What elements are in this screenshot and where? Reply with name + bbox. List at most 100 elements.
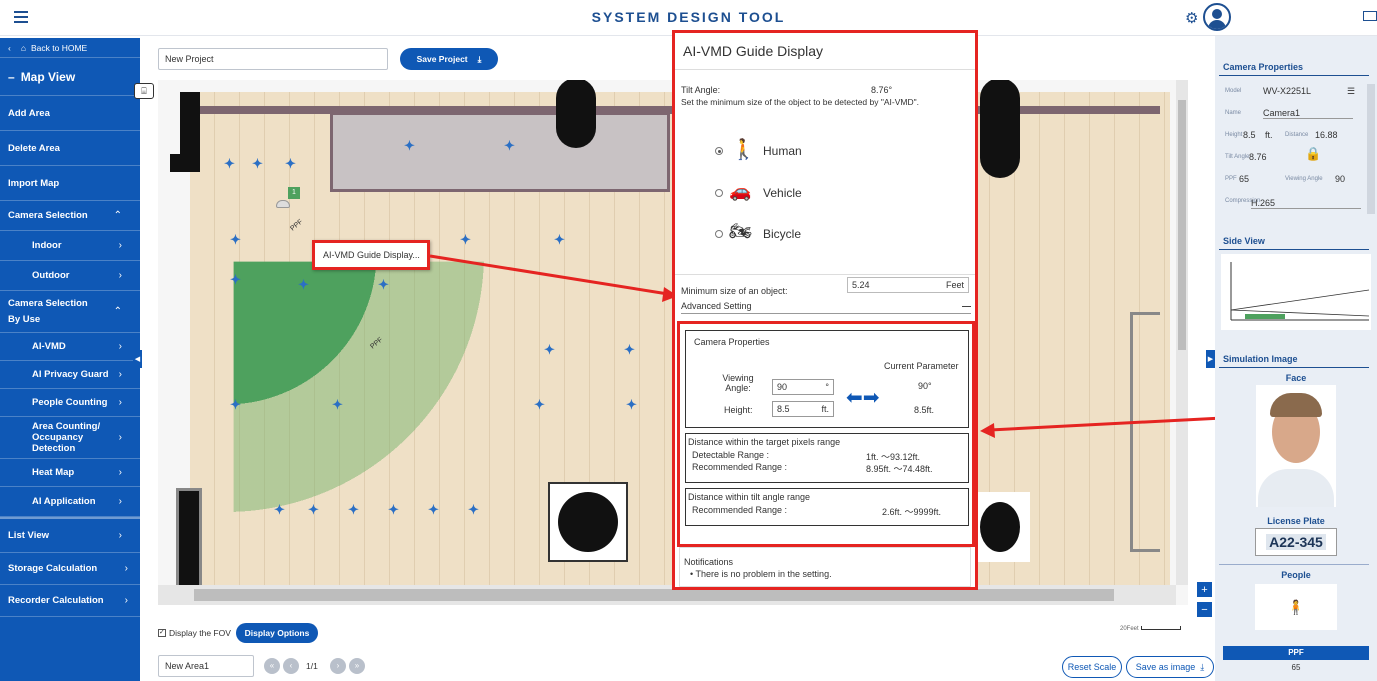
area-name-input[interactable]: New Area1: [158, 655, 254, 677]
sidebar-item-ai-vmd[interactable]: AI-VMD ›: [0, 333, 140, 361]
scale-bar: 20Feet: [1120, 626, 1186, 632]
notifications-title: Notifications: [684, 557, 734, 567]
tilt-angle-input[interactable]: 8.76: [1249, 152, 1267, 162]
chevron-left-icon: ‹: [8, 42, 11, 53]
display-fov-checkbox[interactable]: ✓ Display the FOV: [158, 628, 231, 638]
people-image: 🧍: [1255, 584, 1337, 630]
sidebar-item-heat-map[interactable]: Heat Map ›: [0, 459, 140, 487]
radio-vehicle[interactable]: [715, 189, 723, 197]
chevron-right-icon: ›: [118, 467, 122, 478]
camera-symbol: ✦: [224, 156, 235, 171]
context-menu-item-ai-vmd-guide[interactable]: AI-VMD Guide Display...: [323, 250, 420, 260]
pillar: [548, 482, 628, 562]
camera-symbol: ✦: [624, 342, 635, 357]
compression-select[interactable]: H.265: [1251, 198, 1361, 209]
camera-symbol: ✦: [274, 502, 285, 517]
sidebar-item-storage-calculation[interactable]: Storage Calculation ›: [0, 553, 140, 585]
page-indicator: 1/1: [306, 661, 318, 671]
list-icon[interactable]: ☰: [1347, 86, 1355, 97]
ppf-footer: PPF: [1223, 646, 1369, 660]
zoom-in-button[interactable]: +: [1197, 582, 1212, 597]
radio-bicycle[interactable]: [715, 230, 723, 238]
camera-icon[interactable]: [276, 200, 290, 208]
sidebar-item-indoor[interactable]: Indoor ›: [0, 231, 140, 261]
project-name-input[interactable]: New Project: [158, 48, 388, 70]
divider: [1219, 249, 1369, 250]
collapse-sidebar-button[interactable]: ◀: [133, 350, 142, 368]
option-vehicle-label: Vehicle: [763, 186, 802, 200]
camera-symbol: ✦: [348, 502, 359, 517]
properties-scrollbar[interactable]: [1367, 84, 1375, 214]
viewing-angle-value: 90: [1335, 174, 1346, 184]
zoom-out-button[interactable]: −: [1197, 602, 1212, 617]
camera-symbol: ✦: [544, 342, 555, 357]
chevron-right-icon: ›: [118, 369, 122, 380]
sidebar-item-import-map[interactable]: Import Map: [0, 166, 140, 201]
back-home-link[interactable]: ‹ ⌂ Back to HOME: [0, 38, 140, 58]
save-as-image-button[interactable]: Save as image ⤓: [1126, 656, 1214, 678]
detectable-range-label: Detectable Range :: [692, 450, 770, 460]
sidebar-item-outdoor[interactable]: Outdoor ›: [0, 261, 140, 291]
gear-icon[interactable]: ⚙: [1185, 9, 1198, 27]
radio-human[interactable]: [715, 147, 723, 155]
camera-marker[interactable]: 1: [288, 187, 300, 199]
current-parameter-label: Current Parameter: [884, 361, 959, 371]
chevron-right-icon: ›: [118, 240, 122, 251]
sidebar-item-list-view[interactable]: List View ›: [0, 517, 140, 553]
sidebar-item-recorder-calculation[interactable]: Recorder Calculation ›: [0, 585, 140, 617]
sidebar-item-camera-selection[interactable]: Camera Selection ⌃: [0, 201, 140, 231]
sidebar-item-add-area[interactable]: Add Area: [0, 96, 140, 131]
last-page-button[interactable]: »: [349, 658, 365, 674]
motorcycle-icon: 🏍: [729, 221, 752, 241]
tilt-angle-label: Tilt Angle:: [681, 85, 721, 95]
sidebar-item-delete-area[interactable]: Delete Area: [0, 131, 140, 166]
chevron-right-icon: ›: [118, 496, 122, 507]
tilt-rec-value: 2.6ft. ～9999ft.: [882, 507, 942, 517]
model-label: Model: [1225, 88, 1242, 94]
chevron-right-icon: ›: [118, 432, 122, 443]
min-size-input[interactable]: 5.24 Feet: [847, 277, 969, 293]
viewing-angle-input[interactable]: 90 °: [772, 379, 834, 395]
mail-icon[interactable]: [1363, 11, 1377, 21]
map-view-header[interactable]: – Map View: [0, 58, 140, 96]
vertical-scrollbar[interactable]: [1176, 80, 1188, 585]
chevron-right-icon: ›: [118, 270, 122, 281]
expand-right-panel-button[interactable]: ▶: [1206, 350, 1215, 368]
height-input[interactable]: 8.5 ft.: [772, 401, 834, 417]
camera-symbol: ✦: [230, 232, 241, 247]
horizontal-scrollbar[interactable]: [158, 585, 1176, 605]
sidebar-item-camera-selection-by-use[interactable]: Camera Selection By Use ⌃: [0, 291, 140, 333]
wall: [1130, 312, 1160, 552]
sidebar-item-people-counting[interactable]: People Counting ›: [0, 389, 140, 417]
save-project-button[interactable]: Save Project ⤓: [400, 48, 498, 70]
display-options-button[interactable]: Display Options: [236, 623, 318, 643]
fov-area: [233, 261, 530, 558]
viewing-angle-label: Viewing Angle:: [722, 373, 754, 393]
ruler-tool-icon[interactable]: ⌸: [134, 83, 154, 99]
height-input[interactable]: 8.5: [1243, 130, 1256, 140]
ppf-footer-value: 65: [1291, 663, 1301, 672]
user-avatar-icon[interactable]: [1203, 3, 1231, 31]
download-icon: ⤓: [1200, 661, 1205, 672]
next-page-button[interactable]: ›: [330, 658, 346, 674]
camera-symbol: ✦: [388, 502, 399, 517]
sidebar-item-area-counting[interactable]: Area Counting/ Occupancy Detection ›: [0, 417, 140, 459]
camera-symbol: ✦: [285, 156, 296, 171]
height-current: 8.5ft.: [914, 405, 935, 415]
license-plate-label: License Plate: [1267, 516, 1325, 526]
checkbox-icon: ✓: [158, 629, 166, 637]
prev-page-button[interactable]: ‹: [283, 658, 299, 674]
name-input[interactable]: Camera1: [1263, 108, 1353, 119]
sidebar-item-ai-application[interactable]: AI Application ›: [0, 487, 140, 517]
collapse-icon: —: [962, 301, 971, 311]
option-bicycle-label: Bicycle: [763, 227, 802, 241]
lock-icon[interactable]: 🔒: [1305, 146, 1321, 162]
reset-scale-button[interactable]: Reset Scale: [1062, 656, 1122, 678]
height-label: Height: [1225, 132, 1243, 138]
camera-symbol: ✦: [298, 277, 309, 292]
ppf-value: 65: [1239, 174, 1250, 184]
first-page-button[interactable]: «: [264, 658, 280, 674]
advanced-setting-toggle[interactable]: Advanced Setting —: [681, 301, 971, 314]
sidebar-item-ai-privacy-guard[interactable]: AI Privacy Guard ›: [0, 361, 140, 389]
context-menu[interactable]: AI-VMD Guide Display...: [312, 240, 430, 270]
